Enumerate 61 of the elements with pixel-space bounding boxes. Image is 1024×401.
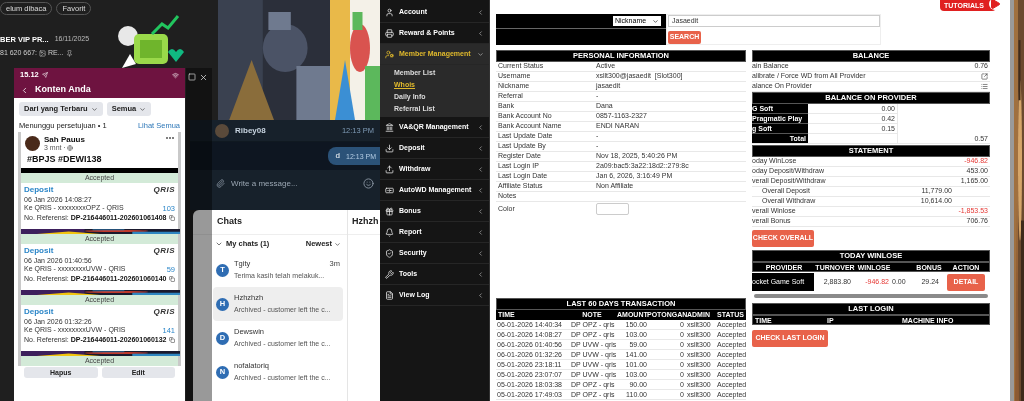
export-icon[interactable] [981,73,988,80]
pin-icon [65,50,73,57]
close-icon[interactable] [199,73,208,82]
document-icon [385,290,394,300]
chevron-icon [477,165,484,173]
chevron-icon [477,186,484,194]
horizontal-scrollbar[interactable] [752,292,990,299]
panel-title: Chats [217,215,242,229]
copy-icon[interactable] [168,276,175,282]
globe-icon [66,145,73,151]
chevron-icon [477,29,484,37]
copy-icon[interactable] [168,215,175,221]
chevron-icon [139,105,147,113]
maximize-icon[interactable] [188,73,196,81]
emoji-icon[interactable] [363,178,374,189]
chevron-icon [477,144,484,152]
chevron-icon [477,291,484,299]
chevron-icon [90,105,98,113]
list-icon[interactable] [981,83,988,90]
post-text: #BPJS #DEWI138 [26,153,103,166]
back-icon[interactable] [20,85,29,95]
send-icon [41,72,48,78]
user-icon [385,7,394,17]
upload-icon [385,164,394,174]
attach-icon[interactable] [216,179,225,188]
shield-icon [385,248,394,258]
avatar [215,123,229,138]
signal-icon [172,71,179,79]
copy-icon[interactable] [168,337,175,343]
chevron-icon [477,207,484,215]
chat-title: Hzhzh [352,215,379,229]
collapse-icon[interactable] [215,240,223,248]
download-icon [385,143,394,153]
chevron-icon [477,270,484,278]
qris-logo: QRIS [153,184,175,196]
printer-icon [385,28,394,38]
chevron-icon [477,249,484,257]
color-field[interactable] [596,203,629,215]
chevron-icon [652,17,659,25]
contact-name: Ribey08 [235,124,266,137]
chevron-icon [477,123,484,131]
screen-title: Konten Anda [35,83,91,97]
chevron-icon [477,50,484,58]
bell-icon [385,227,394,237]
transaction-type: Deposit [24,245,54,257]
transaction-type: Deposit [24,184,54,196]
gift-icon [385,206,394,216]
author-name: Sah Pauus [44,135,85,144]
user-gear-icon [385,49,394,59]
qris-logo: QRIS [153,306,175,318]
chevron-icon [477,228,484,236]
banknote-icon [385,185,394,195]
message-field[interactable]: Write a message... [231,177,357,190]
transaction-type: Deposit [24,306,54,318]
chevron-icon [477,8,484,16]
bank-icon [385,122,394,132]
image-icon [39,50,46,57]
qris-logo: QRIS [153,245,175,257]
chevron-icon [334,240,341,248]
avatar [25,136,40,151]
wrench-icon [385,269,394,279]
